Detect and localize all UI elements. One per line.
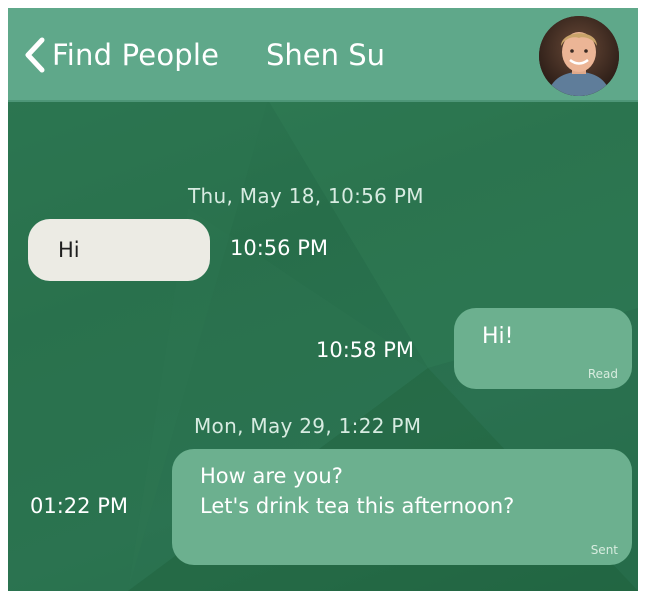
- message-bubble-outgoing[interactable]: Hi! Read: [454, 308, 632, 389]
- back-button[interactable]: Find People: [22, 32, 219, 78]
- chat-header: Find People Shen Su: [8, 8, 638, 102]
- contact-name: Shen Su: [266, 38, 386, 72]
- avatar[interactable]: [539, 16, 619, 96]
- message-text: Hi!: [482, 324, 514, 349]
- back-button-label: Find People: [52, 38, 220, 72]
- date-separator: Mon, May 29, 1:22 PM: [194, 414, 422, 438]
- date-separator: Thu, May 18, 10:56 PM: [188, 184, 424, 208]
- message-bubble-outgoing[interactable]: How are you? Let's drink tea this aftern…: [172, 449, 632, 565]
- message-time: 10:58 PM: [316, 338, 414, 362]
- read-status: Read: [587, 367, 618, 381]
- message-time: 10:56 PM: [230, 236, 328, 260]
- sent-status: Sent: [590, 543, 618, 557]
- message-text: How are you? Let's drink tea this aftern…: [200, 464, 515, 518]
- profile-photo-icon: [539, 16, 619, 96]
- message-bubble-incoming[interactable]: Hi: [28, 219, 210, 281]
- chevron-left-icon: [25, 37, 45, 73]
- message-time: 01:22 PM: [30, 494, 128, 518]
- message-text: Hi: [58, 238, 80, 262]
- chat-screen: Find People Shen Su Thu, May 18, 10:56 P…: [8, 8, 638, 591]
